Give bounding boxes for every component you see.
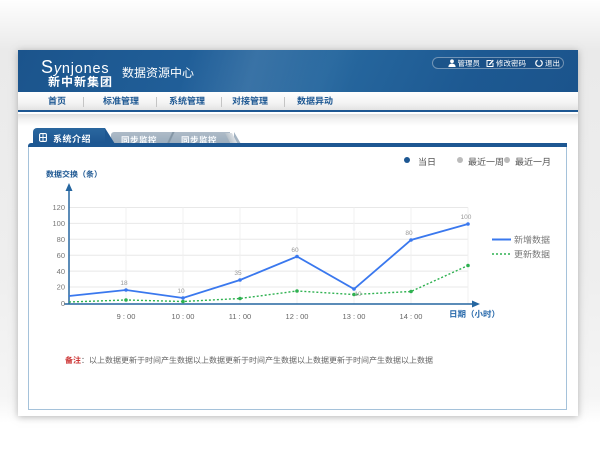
svg-text:新增数据: 新增数据 <box>514 235 550 245</box>
svg-text:18: 18 <box>120 280 128 287</box>
svg-text:更新数据: 更新数据 <box>514 250 550 260</box>
svg-text:60: 60 <box>291 247 299 254</box>
svg-text:20: 20 <box>57 283 65 292</box>
svg-text:10: 10 <box>354 291 362 298</box>
svg-text:40: 40 <box>57 267 65 276</box>
svg-text:10 : 00: 10 : 00 <box>172 312 195 321</box>
svg-text:14 : 00: 14 : 00 <box>400 312 423 321</box>
svg-text:10: 10 <box>177 288 185 295</box>
svg-text:35: 35 <box>234 270 242 277</box>
svg-text:0: 0 <box>61 299 65 308</box>
svg-text:80: 80 <box>57 235 65 244</box>
svg-text:12 : 00: 12 : 00 <box>286 312 309 321</box>
svg-text:13 : 00: 13 : 00 <box>343 312 366 321</box>
svg-text:9 : 00: 9 : 00 <box>117 312 136 321</box>
svg-text:60: 60 <box>57 251 65 260</box>
svg-text:11 : 00: 11 : 00 <box>229 312 251 321</box>
svg-text:100: 100 <box>461 214 472 221</box>
svg-text:120: 120 <box>52 203 65 212</box>
svg-text:100: 100 <box>52 219 65 228</box>
svg-text:80: 80 <box>405 230 413 237</box>
svg-text:日期（小时）: 日期（小时） <box>449 309 500 319</box>
